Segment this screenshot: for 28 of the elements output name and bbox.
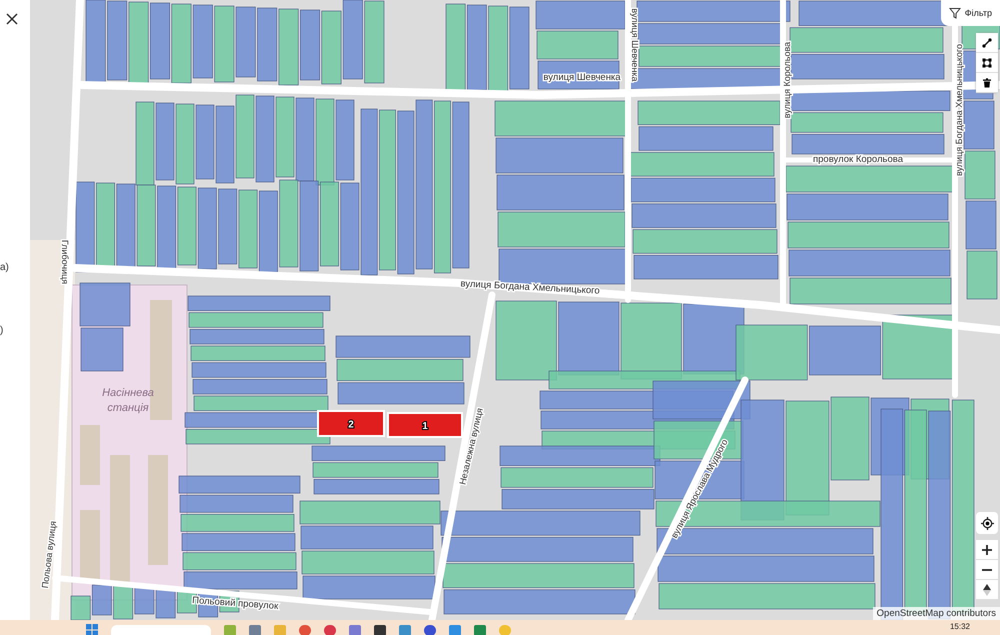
filter-button[interactable]: Фільтр: [940, 0, 1000, 26]
browser-icon[interactable]: [299, 624, 311, 635]
polygon-tool-icon[interactable]: [976, 53, 998, 73]
panel-text: ): [0, 325, 4, 336]
street-label: Польова вулиця: [40, 520, 58, 589]
locate-icon[interactable]: [976, 512, 998, 534]
app-icon[interactable]: [374, 624, 386, 635]
trash-icon[interactable]: [976, 73, 998, 93]
street-label: вулиця Богдана Хмельницького: [460, 278, 600, 297]
zoom-in-icon[interactable]: [976, 540, 998, 560]
filter-icon: [948, 7, 961, 19]
street-label: вулиця Шевченка: [630, 8, 640, 82]
street-label: Глибочиця: [60, 240, 70, 284]
search-field[interactable]: [111, 625, 211, 635]
selected-parcel[interactable]: 1: [387, 412, 463, 438]
clock-text: 15:32: [950, 622, 970, 631]
street-label: вулиця Корольова: [782, 42, 792, 118]
street-label: вулиця Богдана Хмельницького: [954, 44, 964, 176]
panel-text: а): [0, 262, 9, 273]
close-icon[interactable]: [6, 13, 18, 25]
street-label: провулок Корольова: [813, 154, 903, 165]
place-label: Насіннева станція: [102, 387, 154, 414]
street-label: Польовий провулок: [192, 595, 279, 612]
line-tool-icon[interactable]: [976, 33, 998, 53]
attribution-text: OpenStreetMap contributors: [872, 607, 1000, 620]
windows-icon[interactable]: [86, 624, 98, 635]
selected-parcel[interactable]: 2: [317, 410, 385, 437]
app-icon[interactable]: [424, 624, 436, 635]
